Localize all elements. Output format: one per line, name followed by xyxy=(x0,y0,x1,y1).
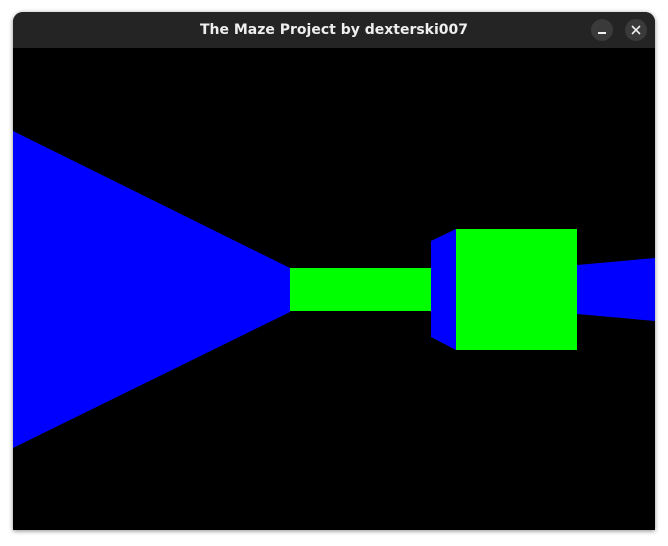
maze-render xyxy=(13,48,655,530)
close-button[interactable] xyxy=(625,19,647,41)
corridor-front-wall xyxy=(290,268,431,311)
block-front-wall xyxy=(456,229,577,350)
close-icon xyxy=(631,25,641,35)
right-side-wall xyxy=(577,258,655,321)
minimize-icon xyxy=(598,32,606,34)
near-side-wall-segment xyxy=(431,229,456,350)
title-bar[interactable]: The Maze Project by dexterski007 xyxy=(13,12,655,49)
minimize-button[interactable] xyxy=(591,19,613,41)
game-viewport[interactable] xyxy=(13,48,655,530)
window-title: The Maze Project by dexterski007 xyxy=(199,22,469,38)
app-window: The Maze Project by dexterski007 xyxy=(13,12,655,530)
